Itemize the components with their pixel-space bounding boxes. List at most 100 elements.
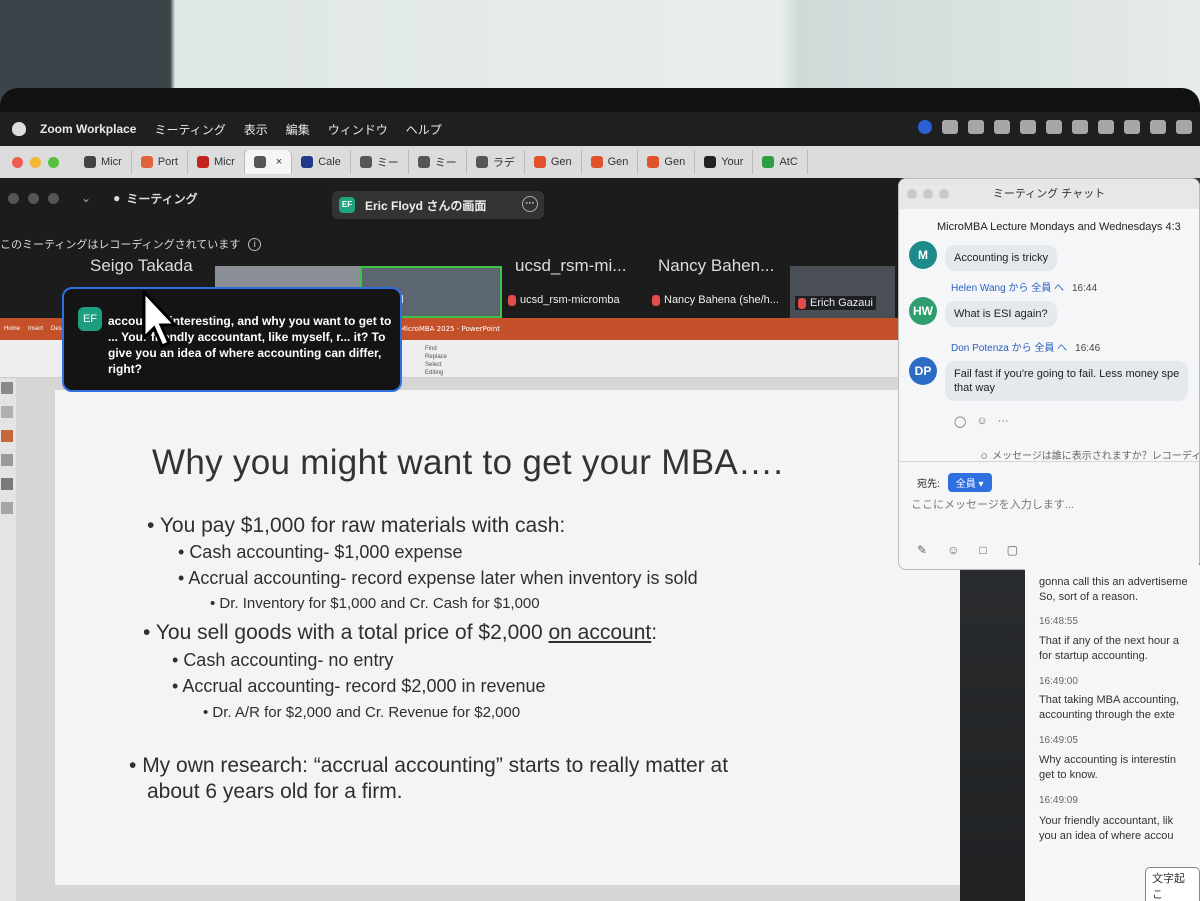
screenshot-icon[interactable]: ▢ xyxy=(1007,543,1018,557)
chat-bubble[interactable]: Fail fast if you're going to fail. Less … xyxy=(945,361,1189,401)
participant-caption-text: ucsd_rsm-micromba xyxy=(520,294,620,306)
volume-icon[interactable] xyxy=(1020,120,1036,134)
slide-thumbnail[interactable] xyxy=(1,502,13,514)
browser-tab[interactable]: Your xyxy=(695,150,754,174)
browser-tab[interactable]: ミー xyxy=(351,150,409,174)
menu-item-meeting[interactable]: ミーティング xyxy=(154,121,225,138)
chevron-down-icon[interactable]: ⌄ xyxy=(81,191,91,205)
divider xyxy=(899,461,1199,462)
who-can-see-link[interactable]: ☺ メッセージは誰に表示されますか？レコーディ xyxy=(979,447,1199,462)
chat-bubble[interactable]: What is ESI again? xyxy=(945,301,1057,327)
menu-item-edit[interactable]: 編集 xyxy=(286,121,310,138)
apple-icon[interactable] xyxy=(12,122,26,136)
ppt-editing-label: Editing xyxy=(425,370,444,376)
chat-bubble-line: Fail fast if you're going to fail. Less … xyxy=(954,368,1180,380)
tab-favicon-icon xyxy=(590,156,603,168)
browser-tab[interactable]: ミー xyxy=(409,150,467,174)
meeting-menu[interactable]: ● ミーティング xyxy=(113,190,198,207)
transcript-button[interactable]: 文字起こ xyxy=(1145,867,1200,901)
chat-status-icon[interactable] xyxy=(942,120,958,134)
menu-item-help[interactable]: ヘルプ xyxy=(406,121,442,138)
browser-tab[interactable]: Gen xyxy=(582,150,639,174)
menu-item-window[interactable]: ウィンドウ xyxy=(328,121,388,138)
zoom-window-icon[interactable] xyxy=(48,156,59,168)
slide-thumbnail[interactable] xyxy=(1,478,13,490)
slide-thumbnail[interactable] xyxy=(1,406,13,418)
zoom-status-icon[interactable] xyxy=(918,120,932,134)
slide: Why you might want to get your MBA…. • Y… xyxy=(55,390,960,885)
zoom-window-controls xyxy=(8,192,59,204)
zoom-minimize-icon[interactable] xyxy=(28,192,39,204)
caption-avatar: EF xyxy=(78,307,102,331)
browser-tab[interactable]: × xyxy=(244,150,293,174)
tab-label: Your xyxy=(721,156,744,168)
audio-device-icon[interactable] xyxy=(968,120,984,134)
more-icon[interactable]: ··· xyxy=(998,415,1009,428)
ppt-tab-insert[interactable]: Insert xyxy=(28,326,43,332)
tab-label: Micr xyxy=(213,156,235,168)
chat-minimize-icon[interactable] xyxy=(923,189,933,199)
input-source-icon[interactable] xyxy=(1072,120,1088,134)
browser-tab[interactable]: ラデ xyxy=(467,150,525,174)
close-window-icon[interactable] xyxy=(12,156,23,168)
browser-tab[interactable]: AtC xyxy=(753,150,808,174)
display-icon[interactable] xyxy=(994,120,1010,134)
battery-icon[interactable] xyxy=(1098,120,1114,134)
ppt-select[interactable]: Select xyxy=(425,361,447,369)
chat-sender-text: Helen Wang から 全員 へ xyxy=(951,283,1064,294)
transcript-line: get to know. xyxy=(1039,769,1098,781)
menu-app-name[interactable]: Zoom Workplace xyxy=(40,122,136,136)
chat-message-input[interactable]: ここにメッセージを入力します... xyxy=(911,496,1074,512)
participant-caption-text: Erich Gazaui xyxy=(810,297,873,309)
transcript-time: 16:48:55 xyxy=(1039,616,1078,627)
format-icon[interactable]: ✎ xyxy=(917,543,927,557)
chat-sender-text: Don Potenza から 全員 へ xyxy=(951,343,1068,354)
zoom-close-icon[interactable] xyxy=(8,192,19,204)
ppt-find[interactable]: Find xyxy=(425,345,447,353)
chat-expand-icon[interactable] xyxy=(939,189,949,199)
chat-avatar: M xyxy=(909,241,937,269)
browser-tab[interactable]: Micr xyxy=(188,150,245,174)
tab-favicon-icon xyxy=(253,156,266,168)
photo-of-monitor: Zoom Workplace ミーティング 表示 編集 ウィンドウ ヘルプ Mi… xyxy=(0,0,1200,901)
emoji-reaction-icon[interactable]: ☺ xyxy=(976,415,987,428)
close-tab-icon[interactable]: × xyxy=(276,156,282,168)
file-icon[interactable]: □ xyxy=(979,543,986,557)
slide-thumbnail[interactable] xyxy=(1,430,13,442)
browser-tab[interactable]: Micr xyxy=(75,150,132,174)
tab-favicon-icon xyxy=(762,156,775,168)
transcript-line: gonna call this an advertiseme xyxy=(1039,576,1188,588)
browser-tab[interactable]: Port xyxy=(132,150,188,174)
info-icon[interactable]: i xyxy=(248,237,262,251)
chat-bubble[interactable]: Accounting is tricky xyxy=(945,245,1058,271)
screen-share-indicator[interactable]: EF Eric Floyd さんの画面 ··· xyxy=(332,191,544,219)
media-icon[interactable] xyxy=(1046,120,1062,134)
ppt-replace[interactable]: Replace xyxy=(425,353,447,361)
browser-tab[interactable]: Gen xyxy=(525,150,582,174)
minimize-window-icon[interactable] xyxy=(30,156,41,168)
slide-thumbnail[interactable] xyxy=(1,382,13,394)
participant-video[interactable] xyxy=(790,266,895,318)
browser-tab[interactable]: Gen xyxy=(638,150,696,174)
emoji-icon[interactable]: ☺ xyxy=(947,543,959,557)
menu-item-view[interactable]: 表示 xyxy=(244,121,268,138)
muted-mic-icon xyxy=(508,294,516,306)
recipient-dropdown[interactable]: 全員 ▾ xyxy=(947,473,992,492)
muted-mic-icon xyxy=(652,294,660,306)
more-options-icon[interactable]: ··· xyxy=(522,196,538,212)
spotlight-icon[interactable] xyxy=(1150,120,1166,134)
slide-thumbnails xyxy=(0,378,16,901)
participant-caption: Erich Gazaui xyxy=(795,296,876,310)
chat-avatar: DP xyxy=(909,357,937,385)
slide-thumbnail[interactable] xyxy=(1,454,13,466)
chat-close-icon[interactable] xyxy=(907,189,917,199)
ppt-tab-home[interactable]: Home xyxy=(4,326,20,332)
zoom-fullscreen-icon[interactable] xyxy=(48,192,59,204)
mac-menubar: Zoom Workplace ミーティング 表示 編集 ウィンドウ ヘルプ xyxy=(0,112,1200,146)
reply-icon[interactable]: ◯ xyxy=(954,415,966,428)
control-center-icon[interactable] xyxy=(1176,120,1192,134)
browser-tab[interactable]: Cale xyxy=(292,150,351,174)
chat-time: 16:44 xyxy=(1072,283,1098,294)
wifi-icon[interactable] xyxy=(1124,120,1140,134)
recipient-row: 宛先: 全員 ▾ xyxy=(917,473,992,492)
